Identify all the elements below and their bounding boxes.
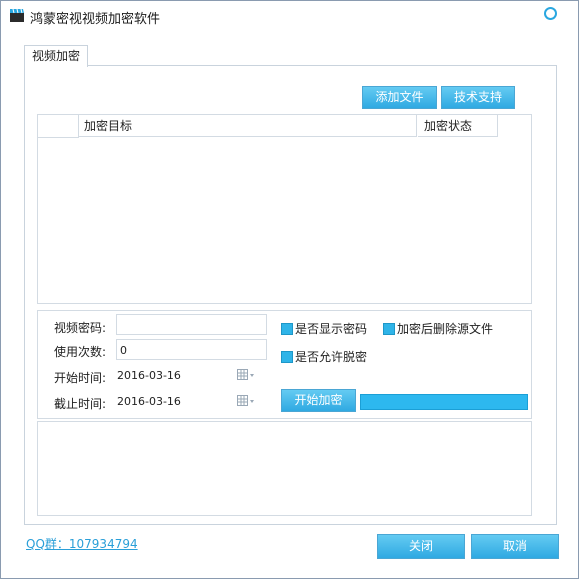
column-header-target[interactable]: 加密目标 (78, 115, 417, 137)
title-bar: 鸿蒙密视视频加密软件 (1, 1, 578, 31)
calendar-icon[interactable] (237, 395, 255, 407)
start-time-label: 开始时间: (54, 371, 107, 385)
show-password-label: 是否显示密码 (295, 322, 368, 336)
clapperboard-icon (10, 8, 24, 22)
start-time-value[interactable]: 2016-03-16 (117, 369, 181, 382)
password-label: 视频密码: (54, 321, 107, 335)
tab-panel: 添加文件 技术支持 加密目标 加密状态 视频密码: 使用次数: 0 开始时间: … (24, 65, 557, 525)
log-box[interactable] (37, 421, 532, 516)
close-button[interactable]: 关闭 (377, 534, 465, 559)
file-table[interactable]: 加密目标 加密状态 (37, 114, 532, 304)
allow-decrypt-checkbox[interactable] (281, 351, 293, 363)
close-icon[interactable] (544, 7, 557, 20)
column-header-checkbox[interactable] (38, 115, 79, 138)
use-count-field[interactable]: 0 (116, 339, 267, 360)
calendar-icon[interactable] (237, 369, 255, 381)
delete-source-checkbox[interactable] (383, 323, 395, 335)
start-encrypt-button[interactable]: 开始加密 (281, 389, 356, 412)
column-header-status[interactable]: 加密状态 (418, 115, 498, 137)
use-count-label: 使用次数: (54, 345, 107, 359)
app-window: 鸿蒙密视视频加密软件 视频加密 添加文件 技术支持 加密目标 加密状态 视频密码… (0, 0, 579, 579)
end-time-label: 截止时间: (54, 397, 107, 411)
add-file-button[interactable]: 添加文件 (362, 86, 437, 109)
tab-video-encrypt[interactable]: 视频加密 (24, 45, 88, 67)
end-time-value[interactable]: 2016-03-16 (117, 395, 181, 408)
progress-fill (361, 395, 527, 409)
support-button[interactable]: 技术支持 (441, 86, 515, 109)
delete-source-label: 加密后删除源文件 (397, 322, 494, 336)
qq-group-link[interactable]: QQ群：107934794 (26, 535, 138, 552)
password-field[interactable] (116, 314, 267, 335)
settings-panel: 视频密码: 使用次数: 0 开始时间: 2016-03-16 截止时间: 201… (37, 310, 532, 419)
cancel-button[interactable]: 取消 (471, 534, 559, 559)
window-title: 鸿蒙密视视频加密软件 (30, 12, 161, 27)
allow-decrypt-label: 是否允许脱密 (295, 350, 368, 364)
progress-bar (360, 394, 528, 410)
show-password-checkbox[interactable] (281, 323, 293, 335)
